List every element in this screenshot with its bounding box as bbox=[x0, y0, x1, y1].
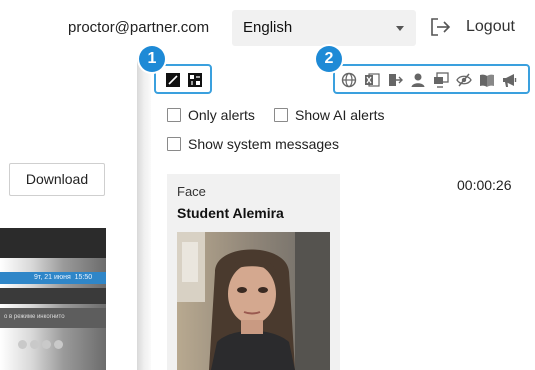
logout-icon bbox=[431, 18, 451, 36]
excel-icon[interactable] bbox=[364, 72, 380, 88]
screen-share-icon[interactable] bbox=[433, 72, 449, 88]
only-alerts-checkbox[interactable]: Only alerts bbox=[167, 107, 255, 123]
show-ai-alerts-checkbox[interactable]: Show AI alerts bbox=[274, 107, 385, 123]
preview-date: 9т, 21 июня 15:50 bbox=[34, 274, 93, 281]
door-exit-icon[interactable] bbox=[387, 72, 403, 88]
checkbox-box[interactable] bbox=[274, 108, 288, 122]
globe-icon[interactable] bbox=[341, 72, 357, 88]
language-value: English bbox=[243, 19, 293, 36]
checkbox-box[interactable] bbox=[167, 108, 181, 122]
show-system-messages-checkbox[interactable]: Show system messages bbox=[167, 136, 339, 152]
event-timestamp: 00:00:26 bbox=[457, 177, 512, 193]
event-type: Face bbox=[177, 184, 206, 199]
session-preview[interactable]: 9т, 21 июня 15:50 о в режиме инкогнито bbox=[0, 228, 106, 370]
pane-divider[interactable] bbox=[137, 58, 151, 370]
checkbox-box[interactable] bbox=[167, 137, 181, 151]
language-select[interactable]: English bbox=[232, 10, 416, 46]
eye-off-icon[interactable] bbox=[456, 72, 472, 88]
only-alerts-label: Only alerts bbox=[188, 107, 255, 123]
student-photo-image bbox=[177, 232, 330, 370]
toolbar-group-left bbox=[154, 64, 212, 94]
download-button[interactable]: Download bbox=[9, 163, 105, 196]
event-card[interactable]: Face Student Alemira bbox=[167, 174, 340, 370]
megaphone-icon[interactable] bbox=[502, 72, 518, 88]
show-system-messages-label: Show system messages bbox=[188, 136, 339, 152]
callout-badge-2: 2 bbox=[316, 46, 342, 72]
pen-icon[interactable] bbox=[165, 72, 181, 88]
preview-incognito-text: о в режиме инкогнито bbox=[4, 314, 65, 320]
student-photo[interactable] bbox=[177, 232, 330, 370]
callout-badge-1: 1 bbox=[139, 46, 165, 72]
toolbar-group-right bbox=[333, 64, 530, 94]
show-ai-alerts-label: Show AI alerts bbox=[295, 107, 385, 123]
chevron-down-icon bbox=[396, 26, 404, 31]
person-icon[interactable] bbox=[410, 72, 426, 88]
logout-label: Logout bbox=[466, 18, 515, 35]
top-bar: proctor@partner.com English Logout bbox=[0, 0, 535, 58]
book-icon[interactable] bbox=[479, 72, 495, 88]
user-email: proctor@partner.com bbox=[68, 19, 210, 36]
event-student-name: Student Alemira bbox=[177, 205, 284, 221]
grid-icon[interactable] bbox=[187, 72, 203, 88]
preview-controls bbox=[18, 336, 66, 354]
